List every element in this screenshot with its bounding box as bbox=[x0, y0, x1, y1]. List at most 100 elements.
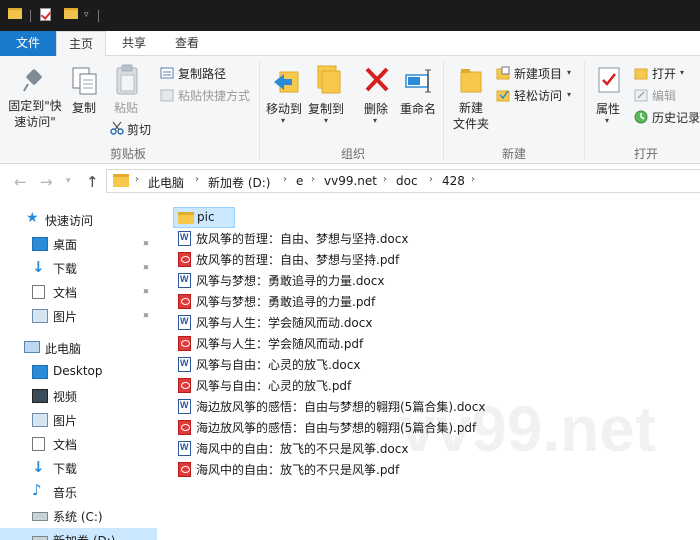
nav-label: 文档 bbox=[53, 438, 78, 452]
copy-icon bbox=[72, 67, 97, 95]
file-row[interactable]: 放风筝的哲理：自由、梦想与坚持.docx bbox=[173, 228, 413, 249]
pictures-icon bbox=[32, 413, 48, 427]
breadcrumb-e[interactable]: e bbox=[296, 174, 303, 188]
file-name: 风筝与自由：心灵的放飞.pdf bbox=[196, 379, 352, 393]
chevron-right-icon: › bbox=[283, 174, 287, 185]
nav-drive-d[interactable]: 新加卷 (D:) bbox=[0, 528, 157, 540]
separator bbox=[98, 10, 99, 22]
file-name: pic bbox=[197, 210, 215, 224]
tab-file[interactable]: 文件 bbox=[0, 31, 56, 56]
breadcrumb-428[interactable]: 428 bbox=[442, 174, 465, 188]
nav-label: 图片 bbox=[53, 414, 78, 428]
nav-label: 图片 bbox=[53, 310, 78, 324]
nav-documents[interactable]: 文档 bbox=[0, 432, 157, 456]
nav-label: 文档 bbox=[53, 286, 78, 300]
file-row[interactable]: 风筝与自由：心灵的放飞.docx bbox=[173, 354, 413, 375]
cut-label: 剪切 bbox=[127, 123, 152, 137]
edit-label: 编辑 bbox=[652, 89, 677, 103]
nav-downloads[interactable]: ↓ 下载 bbox=[0, 456, 157, 480]
file-row[interactable]: 风筝与人生：学会随风而动.docx bbox=[173, 312, 413, 333]
nav-downloads-pinned[interactable]: ↓ 下载 ✦ bbox=[0, 256, 157, 280]
group-separator bbox=[584, 62, 585, 160]
navigation-bar: ← → ▾ ↑ › 此电脑 › 新加卷 (D:) › e › vv99.net … bbox=[0, 164, 700, 200]
drive-icon bbox=[32, 536, 48, 540]
nav-desktop[interactable]: Desktop bbox=[0, 360, 157, 384]
file-name: 海风中的自由：放飞的不只是风筝.docx bbox=[196, 442, 409, 456]
title-bar: ▿ bbox=[0, 0, 700, 31]
nav-system-drive-c[interactable]: 系统 (C:) bbox=[0, 504, 157, 528]
pdf-icon bbox=[178, 336, 191, 351]
breadcrumb-doc[interactable]: doc bbox=[396, 174, 418, 188]
chevron-right-icon: › bbox=[311, 174, 315, 185]
file-row-folder-pic[interactable]: pic bbox=[173, 207, 235, 228]
scissors-icon bbox=[110, 121, 124, 135]
file-row[interactable]: 放风筝的哲理：自由、梦想与坚持.pdf bbox=[173, 249, 413, 270]
nav-quick-access[interactable]: ★ 快速访问 bbox=[0, 208, 157, 232]
pin-icon: ✦ bbox=[137, 307, 154, 324]
new-folder-icon bbox=[460, 69, 482, 93]
file-name: 风筝与梦想：勇敢追寻的力量.docx bbox=[196, 274, 385, 288]
new-group-label: 新建 bbox=[502, 147, 527, 161]
drive-icon bbox=[32, 512, 48, 521]
document-icon bbox=[32, 437, 45, 451]
nav-label: 视频 bbox=[53, 390, 78, 404]
tab-share[interactable]: 共享 bbox=[110, 31, 158, 56]
pin-icon: ✦ bbox=[137, 283, 154, 300]
chevron-down-icon: ▾ bbox=[605, 116, 610, 125]
rename-label: 重命名 bbox=[400, 102, 437, 116]
customize-quick-access-icon[interactable]: ▿ bbox=[84, 10, 89, 20]
file-name: 风筝与自由：心灵的放飞.docx bbox=[196, 358, 361, 372]
nav-label: 桌面 bbox=[53, 238, 78, 252]
file-row[interactable]: 风筝与梦想：勇敢追寻的力量.pdf bbox=[173, 291, 413, 312]
recent-locations-chevron-icon[interactable]: ▾ bbox=[66, 176, 71, 186]
address-bar[interactable]: › 此电脑 › 新加卷 (D:) › e › vv99.net › doc › … bbox=[106, 169, 700, 193]
copy-path-label: 复制路径 bbox=[178, 67, 227, 81]
easy-access-icon bbox=[496, 90, 510, 102]
pdf-icon bbox=[178, 294, 191, 309]
ribbon-tab-bar: 文件 主页 共享 查看 bbox=[0, 31, 700, 57]
pdf-icon bbox=[178, 420, 191, 435]
group-separator bbox=[443, 62, 444, 160]
word-document-icon bbox=[178, 399, 191, 414]
navigation-pane: ★ 快速访问 桌面 ✦ ↓ 下载 ✦ 文档 ✦ 图片 ✦ 此电脑 Desktop… bbox=[0, 200, 157, 540]
nav-documents-pinned[interactable]: 文档 ✦ bbox=[0, 280, 157, 304]
file-name: 放风筝的哲理：自由、梦想与坚持.pdf bbox=[196, 253, 400, 267]
up-arrow-icon[interactable]: ↑ bbox=[86, 173, 99, 191]
breadcrumb-this-pc[interactable]: 此电脑 bbox=[148, 174, 184, 191]
nav-pictures[interactable]: 图片 bbox=[0, 408, 157, 432]
download-icon: ↓ bbox=[32, 258, 45, 276]
history-icon bbox=[634, 110, 648, 124]
word-document-icon bbox=[178, 273, 191, 288]
delete-label: 删除 bbox=[364, 102, 389, 116]
new-item-label: 新建项目 bbox=[514, 67, 563, 81]
file-row[interactable]: 风筝与人生：学会随风而动.pdf bbox=[173, 333, 413, 354]
new-item-icon bbox=[496, 66, 510, 80]
breadcrumb-vv99[interactable]: vv99.net bbox=[324, 174, 377, 188]
new-folder-quick-icon[interactable] bbox=[64, 8, 78, 19]
back-arrow-icon[interactable]: ← bbox=[14, 173, 27, 191]
file-row[interactable]: 风筝与梦想：勇敢追寻的力量.docx bbox=[173, 270, 413, 291]
edit-icon bbox=[634, 89, 648, 102]
pin-icon: ✦ bbox=[137, 259, 154, 276]
copy-to-label: 复制到 bbox=[308, 102, 345, 116]
open-group-label: 打开 bbox=[634, 147, 659, 161]
file-row[interactable]: 风筝与自由：心灵的放飞.pdf bbox=[173, 375, 413, 396]
chevron-right-icon: › bbox=[429, 174, 433, 185]
nav-music[interactable]: ♪ 音乐 bbox=[0, 480, 157, 504]
breadcrumb-drive-d[interactable]: 新加卷 (D:) bbox=[208, 174, 270, 191]
video-icon bbox=[32, 389, 48, 403]
tab-view[interactable]: 查看 bbox=[162, 31, 212, 56]
nav-pictures-pinned[interactable]: 图片 ✦ bbox=[0, 304, 157, 328]
open-label: 打开 bbox=[652, 67, 677, 81]
file-row[interactable]: 海风中的自由：放飞的不只是风筝.docx bbox=[173, 438, 413, 459]
chevron-down-icon: ▾ bbox=[324, 116, 329, 125]
properties-quick-icon[interactable] bbox=[40, 8, 51, 21]
nav-videos[interactable]: 视频 bbox=[0, 384, 157, 408]
new-folder-label-line2: 文件夹 bbox=[452, 117, 489, 131]
tab-home[interactable]: 主页 bbox=[56, 31, 106, 57]
file-name: 海风中的自由：放飞的不只是风筝.pdf bbox=[196, 463, 400, 477]
forward-arrow-icon[interactable]: → bbox=[40, 173, 53, 191]
nav-desktop-pinned[interactable]: 桌面 ✦ bbox=[0, 232, 157, 256]
nav-this-pc[interactable]: 此电脑 bbox=[0, 336, 157, 360]
file-row[interactable]: 海风中的自由：放飞的不只是风筝.pdf bbox=[173, 459, 413, 480]
